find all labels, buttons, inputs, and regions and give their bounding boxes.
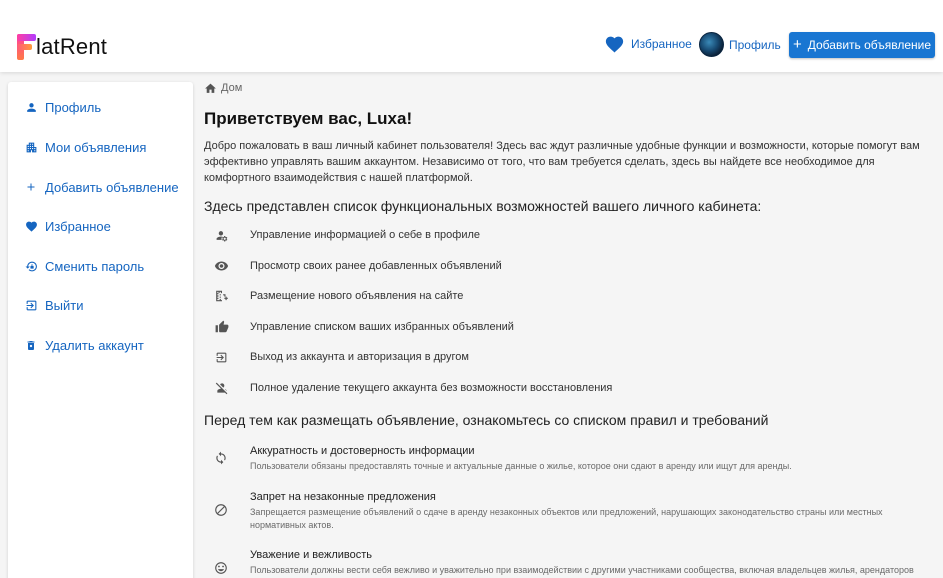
sidebar-item-logout[interactable]: Выйти: [8, 290, 193, 320]
rule-description: Пользователи обязаны предоставлять точны…: [250, 461, 792, 471]
profile-link[interactable]: Профиль: [699, 32, 781, 57]
favorites-label: Избранное: [631, 36, 692, 51]
lock-reset-icon: [24, 259, 38, 273]
rule-description: Запрещается размещение объявлений о сдач…: [250, 507, 883, 530]
trash-icon: [24, 338, 38, 352]
heart-icon: [24, 219, 38, 233]
breadcrumb[interactable]: Дом: [204, 82, 242, 94]
sync-icon: [214, 451, 229, 466]
sidebar-item-label: Профиль: [45, 99, 102, 115]
page-title: Приветствуем вас, Luxa!: [204, 109, 413, 128]
plus-icon: +: [792, 36, 802, 53]
feature-text: Размещение нового объявления на сайте: [250, 290, 464, 302]
rule-title: Аккуратность и достоверность информации: [250, 445, 475, 457]
add-listing-label: Добавить объявление: [807, 38, 932, 52]
person-off-icon: [214, 381, 229, 396]
features-title: Здесь представлен список функциональных …: [204, 198, 762, 214]
exit-icon: [214, 350, 229, 365]
sidebar-item-favorites[interactable]: Избранное: [8, 211, 193, 241]
feature-text: Полное удаление текущего аккаунта без во…: [250, 382, 613, 394]
add-building-icon: [214, 289, 229, 304]
rule-title: Запрет на незаконные предложения: [250, 491, 436, 503]
feature-text: Управление информацией о себе в профиле: [250, 229, 480, 241]
rule-description: Пользователи должны вести себя вежливо и…: [250, 565, 914, 575]
sidebar-item-my-listings[interactable]: Мои объявления: [8, 132, 193, 162]
feature-item: Размещение нового объявления на сайте: [214, 288, 463, 304]
feature-item: Просмотр своих ранее добавленных объявле…: [214, 258, 502, 274]
sidebar-item-label: Сменить пароль: [45, 258, 145, 274]
sidebar-item-profile[interactable]: Профиль: [8, 92, 193, 122]
person-icon: [24, 100, 38, 114]
sidebar-item-add-listing[interactable]: Добавить объявление: [8, 172, 193, 202]
apartment-icon: [24, 140, 38, 154]
manage-account-icon: [214, 228, 229, 243]
app-header: latRent Избранное Профиль + Добавить объ…: [0, 0, 943, 72]
rules-title: Перед тем как размещать объявление, озна…: [204, 412, 769, 428]
eye-icon: [214, 259, 229, 274]
logo-f-mark: [17, 34, 36, 60]
intro-text: Добро пожаловать в ваш личный кабинет по…: [204, 140, 920, 184]
flatrent-logo[interactable]: latRent: [17, 30, 107, 60]
block-icon: [214, 503, 229, 518]
add-listing-button[interactable]: + Добавить объявление: [789, 32, 935, 58]
sidebar-item-label: Удалить аккаунт: [45, 337, 144, 353]
heart-icon: [605, 36, 624, 53]
feature-item: Выход из аккаунта и авторизация в другом: [214, 349, 469, 365]
home-icon: [205, 83, 216, 93]
feature-item: Управление информацией о себе в профиле: [214, 227, 480, 243]
feature-item: Управление списком ваших избранных объяв…: [214, 319, 514, 335]
logo-text: latRent: [36, 34, 108, 59]
feature-item: Полное удаление текущего аккаунта без во…: [214, 380, 612, 396]
logout-icon: [24, 298, 38, 312]
avatar: [699, 32, 724, 57]
sidebar-item-label: Избранное: [45, 218, 111, 234]
favorites-link[interactable]: Избранное: [604, 34, 692, 53]
sidebar-item-delete-account[interactable]: Удалить аккаунт: [8, 330, 193, 360]
sidebar-item-label: Добавить объявление: [45, 179, 179, 195]
profile-label: Профиль: [729, 37, 781, 52]
plus-icon: [24, 180, 38, 194]
thumb-up-icon: [214, 320, 229, 335]
smile-icon: [214, 561, 229, 576]
sidebar: Профиль Мои объявления Добавить объявлен…: [8, 82, 193, 578]
breadcrumb-home: Дом: [221, 82, 243, 94]
sidebar-item-label: Выйти: [45, 297, 84, 313]
feature-text: Выход из аккаунта и авторизация в другом: [250, 351, 469, 363]
main-content: Дом Приветствуем вас, Luxa! Добро пожало…: [204, 82, 943, 578]
sidebar-item-label: Мои объявления: [45, 139, 147, 155]
rule-title: Уважение и вежливость: [250, 549, 373, 561]
feature-text: Просмотр своих ранее добавленных объявле…: [250, 260, 502, 272]
feature-text: Управление списком ваших избранных объяв…: [250, 321, 514, 333]
sidebar-item-change-password[interactable]: Сменить пароль: [8, 251, 193, 281]
